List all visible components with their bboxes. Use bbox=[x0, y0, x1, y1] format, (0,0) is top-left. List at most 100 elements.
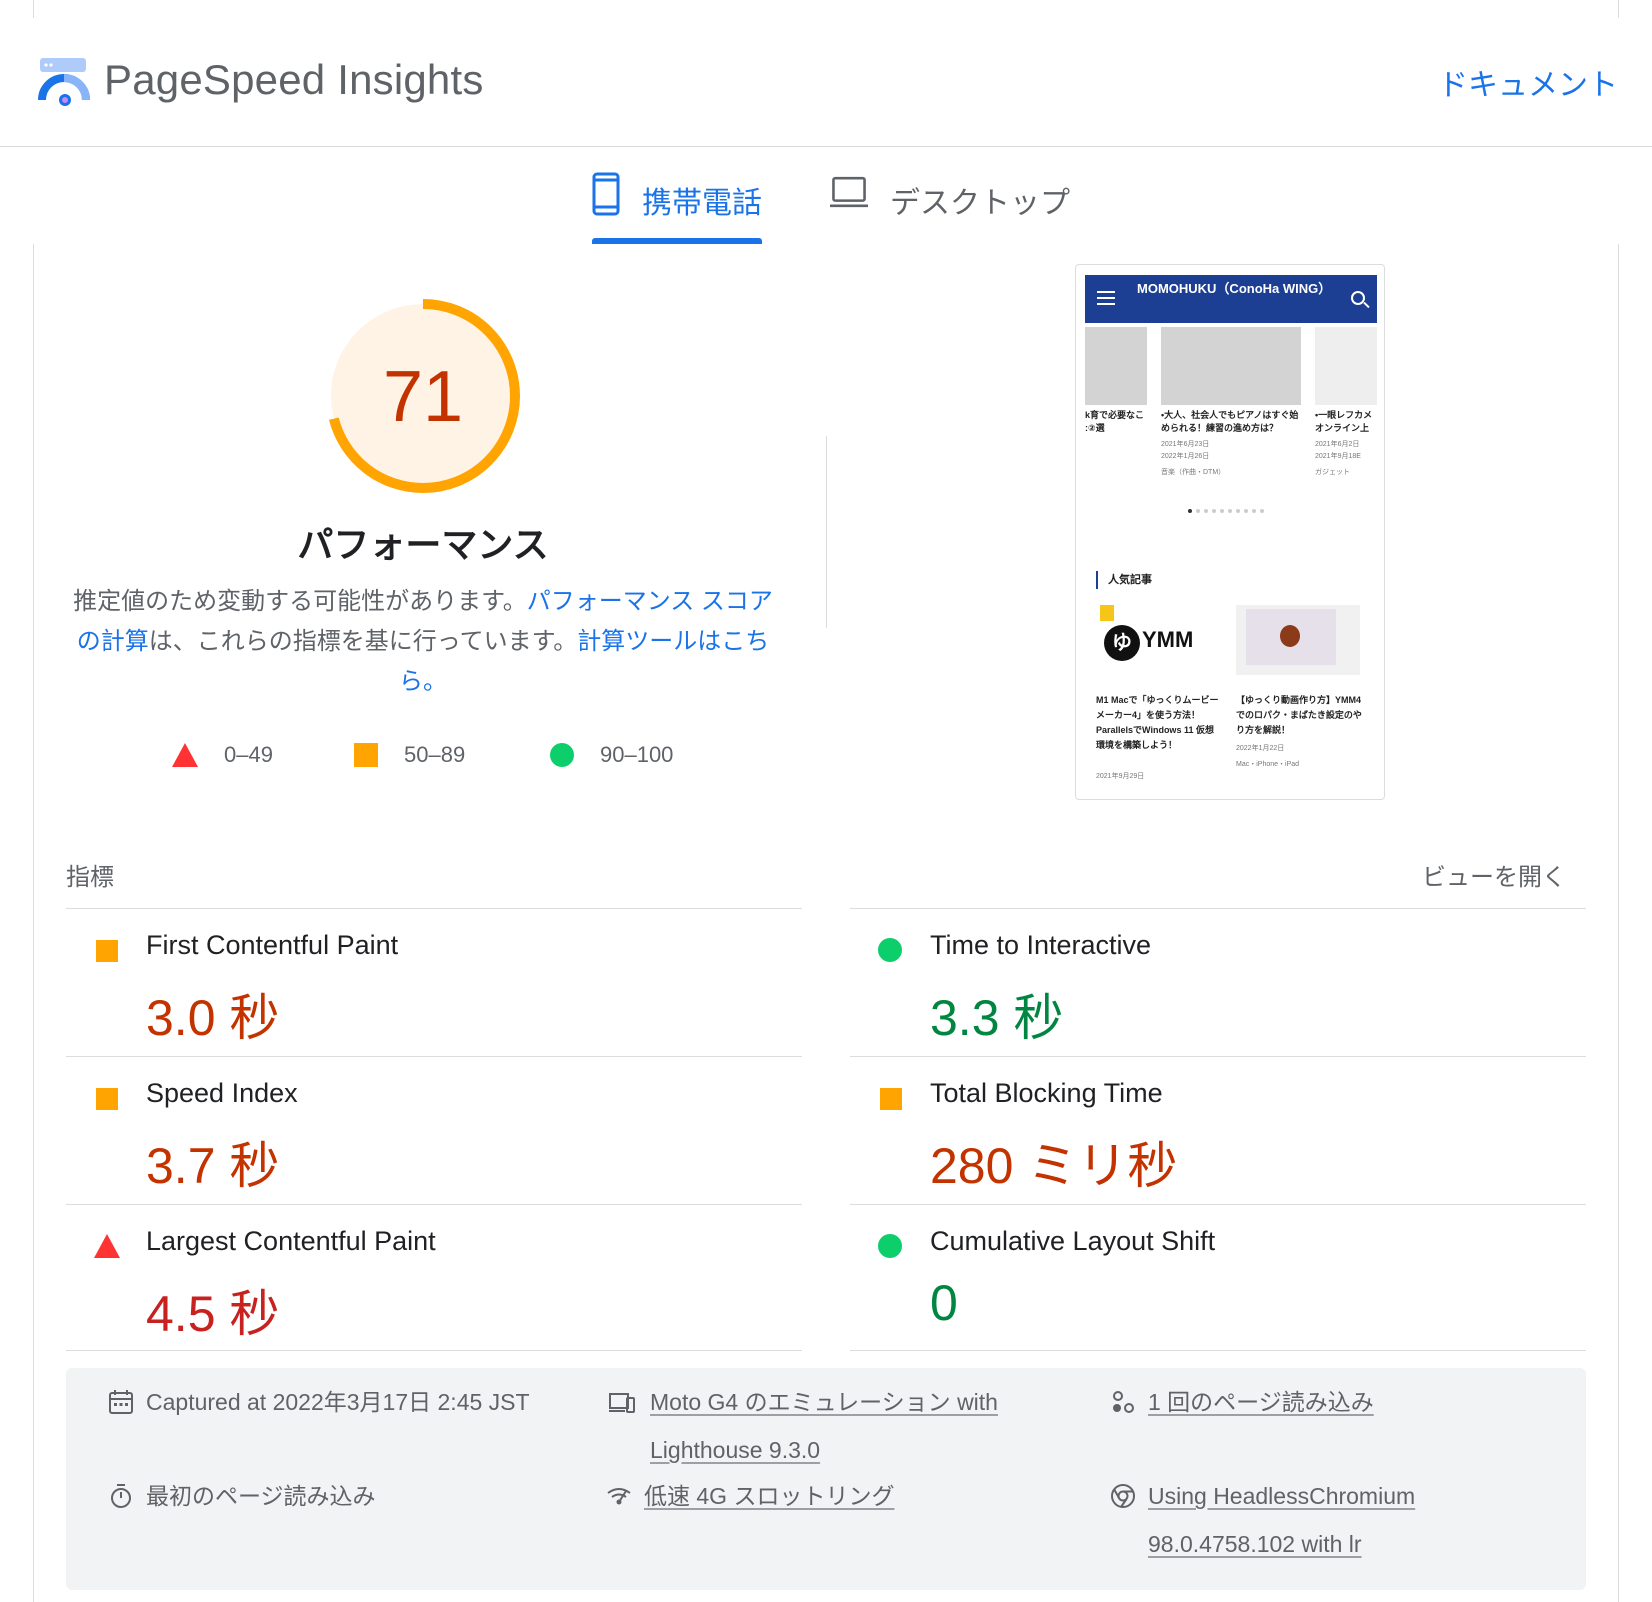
header: PageSpeed Insights ドキュメント bbox=[0, 0, 1652, 147]
preview-popular1-thumb: ゆ YMM bbox=[1096, 605, 1220, 675]
performance-title: パフォーマンス bbox=[297, 524, 549, 565]
legend-fail: 0–49 bbox=[172, 742, 273, 768]
chromium-icon bbox=[1111, 1484, 1135, 1508]
metric-name: Cumulative Layout Shift bbox=[930, 1226, 1216, 1256]
mobile-phone-icon bbox=[592, 172, 620, 216]
tab-desktop[interactable]: デスクトップ bbox=[830, 172, 1070, 244]
preview-search-icon bbox=[1351, 291, 1365, 305]
metric-name: First Contentful Paint bbox=[146, 930, 399, 960]
runtime-emulation[interactable]: Moto G4 のエミュレーション with Lighthouse 9.3.0 bbox=[606, 1378, 1026, 1474]
stopwatch-icon bbox=[111, 1484, 131, 1508]
runtime-browser[interactable]: Using HeadlessChromium 98.0.4758.102 wit… bbox=[1110, 1472, 1550, 1568]
metrics-divider bbox=[850, 1350, 1586, 1351]
average-square-icon bbox=[880, 1088, 902, 1110]
runtime-settings: Captured at 2022年3月17日 2:45 JST Moto G4 … bbox=[66, 1368, 1586, 1590]
metric-time-to-interactive: Time to Interactive 3.3 秒 bbox=[850, 908, 1586, 1056]
pass-circle-icon bbox=[878, 938, 902, 962]
runtime-captured-text: Captured at 2022年3月17日 2:45 JST bbox=[146, 1389, 530, 1415]
vertical-divider bbox=[826, 436, 827, 628]
legend-pass-range: 90–100 bbox=[600, 742, 674, 767]
legend-average: 50–89 bbox=[354, 742, 465, 768]
metric-name: Speed Index bbox=[146, 1078, 298, 1108]
preview-card3-category: ガジェット bbox=[1315, 469, 1350, 476]
pagespeed-logo-icon bbox=[38, 58, 90, 106]
preview-card3-title: •一眼レフカメ オンライン上で bbox=[1315, 410, 1373, 433]
metric-name: Largest Contentful Paint bbox=[146, 1226, 436, 1256]
runtime-initial-load: 最初のページ読み込み bbox=[108, 1472, 548, 1520]
app-title: PageSpeed Insights bbox=[104, 56, 484, 103]
preview-card2-date1: 2021年6月23日 bbox=[1161, 441, 1210, 448]
preview-popular2-category: Mac・iPhone・iPad bbox=[1236, 761, 1300, 768]
preview-carousel-dots bbox=[1188, 509, 1264, 513]
preview-card3-date1: 2021年6月2日 bbox=[1315, 441, 1360, 448]
average-square-icon bbox=[354, 743, 378, 767]
metrics-divider bbox=[66, 1350, 802, 1351]
runtime-throttling-link[interactable]: 低速 4G スロットリング bbox=[644, 1472, 894, 1520]
preview-site-header: MOMOHUKU（ConoHa WING） bbox=[1085, 275, 1377, 323]
performance-desc-text-1: 推定値のため変動する可能性があります。 bbox=[73, 588, 527, 615]
metric-first-contentful-paint: First Contentful Paint 3.0 秒 bbox=[66, 908, 802, 1056]
calendar-icon bbox=[109, 1390, 133, 1414]
preview-menu-icon bbox=[1097, 291, 1115, 305]
preview-popular2-date: 2022年1月22日 bbox=[1236, 745, 1285, 752]
preview-card2-image bbox=[1161, 327, 1301, 405]
metric-value: 3.3 秒 bbox=[930, 990, 1064, 1046]
fail-triangle-icon bbox=[172, 743, 198, 767]
runtime-page-loads[interactable]: 1 回のページ読み込み bbox=[1110, 1378, 1550, 1426]
metric-cumulative-layout-shift: Cumulative Layout Shift 0 bbox=[850, 1204, 1586, 1352]
performance-desc-text-2: は、これらの指標を基に行っています。 bbox=[148, 628, 578, 655]
average-square-icon bbox=[96, 1088, 118, 1110]
metric-speed-index: Speed Index 3.7 秒 bbox=[66, 1056, 802, 1204]
runtime-page-loads-link[interactable]: 1 回のページ読み込み bbox=[1148, 1378, 1374, 1426]
preview-card2-title: •大人、社会人でもピアノはすぐ始められる！練習の進め方は？ bbox=[1161, 410, 1299, 433]
preview-popular2-thumb bbox=[1236, 605, 1360, 675]
performance-score-value: 71 bbox=[382, 357, 464, 437]
expand-view-toggle[interactable]: ビューを開く bbox=[1422, 857, 1566, 892]
legend-fail-range: 0–49 bbox=[224, 742, 273, 767]
page-loads-icon bbox=[1113, 1391, 1134, 1413]
frame-border-right bbox=[1618, 244, 1619, 1602]
preview-card2-category: 音楽（作曲・DTM） bbox=[1161, 469, 1226, 476]
performance-description: 推定値のため変動する可能性があります。パフォーマンス スコアの計算は、これらの指… bbox=[66, 582, 780, 702]
tab-desktop-label: デスクトップ bbox=[890, 187, 1070, 220]
preview-card3-image bbox=[1315, 327, 1377, 405]
runtime-browser-link[interactable]: Using HeadlessChromium 98.0.4758.102 wit… bbox=[1148, 1472, 1550, 1568]
pass-circle-icon bbox=[878, 1234, 902, 1258]
legend-pass: 90–100 bbox=[550, 742, 673, 768]
legend-average-range: 50–89 bbox=[404, 742, 466, 767]
metric-value: 3.7 秒 bbox=[146, 1138, 280, 1194]
preview-card2-date2: 2022年1月26日 bbox=[1161, 453, 1210, 460]
metric-largest-contentful-paint: Largest Contentful Paint 4.5 秒 bbox=[66, 1204, 802, 1352]
metric-name: Time to Interactive bbox=[930, 930, 1152, 960]
active-tab-indicator bbox=[592, 238, 762, 244]
network-throttling-icon bbox=[607, 1488, 631, 1505]
runtime-throttling[interactable]: 低速 4G スロットリング bbox=[606, 1472, 1026, 1520]
preview-ymm-logo: YMM bbox=[1142, 627, 1194, 652]
metric-value: 3.0 秒 bbox=[146, 990, 280, 1046]
devices-icon bbox=[609, 1393, 635, 1413]
tab-mobile[interactable]: 携帯電話 bbox=[592, 172, 762, 244]
metric-value: 4.5 秒 bbox=[146, 1286, 280, 1342]
frame-border-left bbox=[33, 244, 34, 1602]
preview-popular-heading: 人気記事 bbox=[1096, 571, 1152, 589]
metric-total-blocking-time: Total Blocking Time 280 ミリ秒 bbox=[850, 1056, 1586, 1204]
preview-card3-date2: 2021年9月18E bbox=[1315, 453, 1361, 460]
preview-popular1-date: 2021年9月29日 bbox=[1096, 773, 1145, 780]
metric-value: 280 ミリ秒 bbox=[930, 1138, 1178, 1194]
metrics-heading: 指標 bbox=[66, 864, 114, 891]
preview-popular1-title: M1 Macで「ゆっくりムービーメーカー4」を使う方法！ParallelsでWi… bbox=[1096, 695, 1219, 750]
preview-card1-image bbox=[1085, 327, 1147, 405]
preview-ymm-logo-char: ゆ bbox=[1104, 625, 1140, 661]
documentation-link[interactable]: ドキュメント bbox=[1438, 60, 1618, 104]
metric-value: 0 bbox=[930, 1275, 958, 1331]
preview-site-title: MOMOHUKU（ConoHa WING） bbox=[1137, 281, 1332, 296]
metric-name: Total Blocking Time bbox=[930, 1078, 1163, 1108]
fail-triangle-icon bbox=[94, 1234, 120, 1258]
runtime-emulation-link[interactable]: Moto G4 のエミュレーション with Lighthouse 9.3.0 bbox=[650, 1378, 1026, 1474]
preview-popular2-title: 【ゆっくり動画作り方】YMM4でのロパク・まばたき設定のやり方を解説！ bbox=[1236, 695, 1362, 735]
average-square-icon bbox=[96, 940, 118, 962]
tab-mobile-label: 携帯電話 bbox=[642, 187, 762, 220]
runtime-captured: Captured at 2022年3月17日 2:45 JST bbox=[108, 1378, 548, 1426]
final-screenshot-preview: MOMOHUKU（ConoHa WING） k育で必要なこ :②選 •大人、社会… bbox=[1075, 264, 1385, 800]
laptop-icon bbox=[830, 176, 868, 208]
